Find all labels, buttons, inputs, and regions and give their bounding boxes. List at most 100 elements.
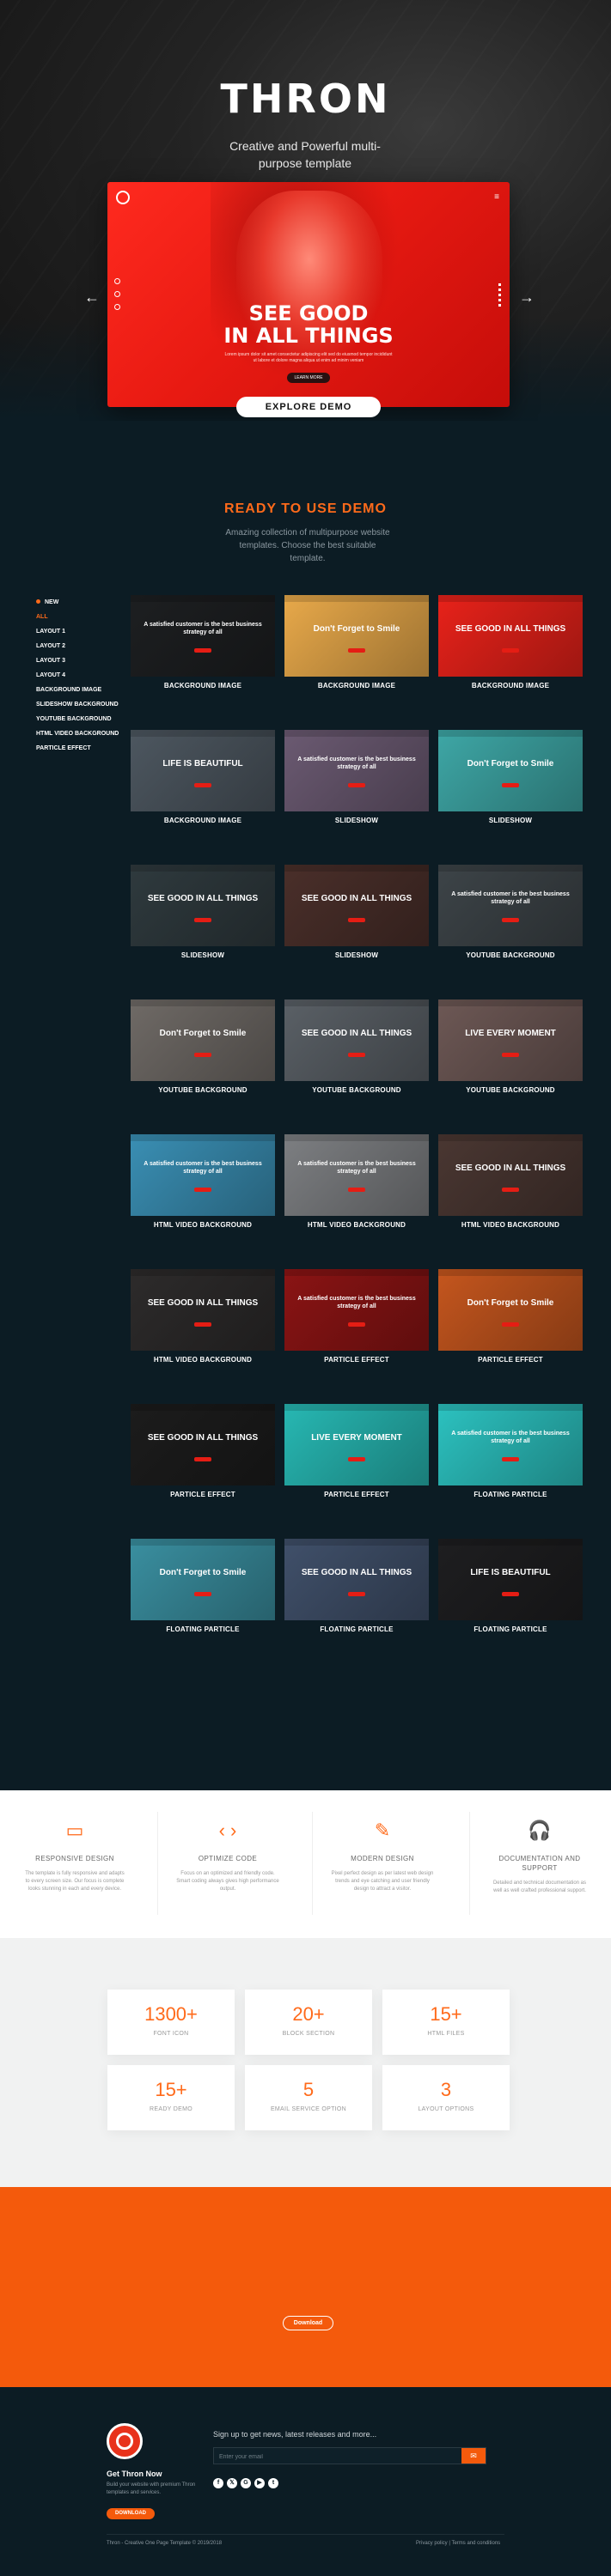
filter-item[interactable]: BACKGROUND IMAGE: [36, 686, 131, 694]
thumb-navbar: [284, 730, 429, 737]
demo-thumbnail[interactable]: A satisfied customer is the best busines…: [131, 595, 275, 677]
demo-thumbnail[interactable]: A satisfied customer is the best busines…: [284, 1269, 429, 1351]
explore-demo-button[interactable]: EXPLORE DEMO: [236, 397, 381, 417]
demo-card[interactable]: A satisfied customer is the best busines…: [438, 865, 583, 968]
demo-card[interactable]: LIVE EVERY MOMENT YOUTUBE BACKGROUND: [438, 999, 583, 1103]
demo-card[interactable]: SEE GOOD IN ALL THINGS SLIDESHOW: [284, 865, 429, 968]
demo-label[interactable]: YOUTUBE BACKGROUND: [438, 1086, 583, 1094]
filter-item[interactable]: LAYOUT 3: [36, 657, 131, 665]
demo-label[interactable]: HTML VIDEO BACKGROUND: [284, 1221, 429, 1229]
demo-thumbnail[interactable]: SEE GOOD IN ALL THINGS: [438, 595, 583, 677]
demo-label[interactable]: BACKGROUND IMAGE: [131, 817, 275, 824]
demo-card[interactable]: Don't Forget to Smile SLIDESHOW: [438, 730, 583, 833]
demo-card[interactable]: LIFE IS BEAUTIFUL BACKGROUND IMAGE: [131, 730, 275, 833]
demo-card[interactable]: Don't Forget to Smile BACKGROUND IMAGE: [284, 595, 429, 698]
demo-thumbnail[interactable]: A satisfied customer is the best busines…: [438, 1404, 583, 1485]
demo-card[interactable]: Don't Forget to Smile FLOATING PARTICLE: [131, 1539, 275, 1642]
demo-label[interactable]: FLOATING PARTICLE: [438, 1625, 583, 1633]
demo-card[interactable]: A satisfied customer is the best busines…: [284, 1269, 429, 1372]
demo-thumbnail[interactable]: Don't Forget to Smile: [284, 595, 429, 677]
demo-label[interactable]: SLIDESHOW: [284, 817, 429, 824]
google-icon[interactable]: G: [241, 2478, 251, 2488]
demo-label[interactable]: HTML VIDEO BACKGROUND: [438, 1221, 583, 1229]
demo-card[interactable]: A satisfied customer is the best busines…: [284, 730, 429, 833]
footer-download-button[interactable]: DOWNLOAD: [107, 2508, 155, 2519]
demo-thumbnail[interactable]: LIFE IS BEAUTIFUL: [131, 730, 275, 811]
arrow-left-icon[interactable]: ←: [84, 289, 100, 307]
demo-label[interactable]: SLIDESHOW: [131, 951, 275, 959]
demo-label[interactable]: HTML VIDEO BACKGROUND: [131, 1356, 275, 1364]
demo-thumbnail[interactable]: LIVE EVERY MOMENT: [438, 999, 583, 1081]
filter-item[interactable]: PARTICLE EFFECT: [36, 744, 131, 752]
demo-thumbnail[interactable]: Don't Forget to Smile: [131, 1539, 275, 1620]
demo-label[interactable]: PARTICLE EFFECT: [438, 1356, 583, 1364]
demo-thumbnail[interactable]: SEE GOOD IN ALL THINGS: [284, 999, 429, 1081]
demo-thumbnail[interactable]: Don't Forget to Smile: [131, 999, 275, 1081]
demo-thumbnail[interactable]: Don't Forget to Smile: [438, 730, 583, 811]
demo-label[interactable]: FLOATING PARTICLE: [131, 1625, 275, 1633]
demo-thumbnail[interactable]: SEE GOOD IN ALL THINGS: [284, 1539, 429, 1620]
demo-card[interactable]: SEE GOOD IN ALL THINGS PARTICLE EFFECT: [131, 1404, 275, 1507]
arrow-right-icon[interactable]: →: [519, 289, 535, 307]
demo-card[interactable]: LIFE IS BEAUTIFUL FLOATING PARTICLE: [438, 1539, 583, 1642]
demo-thumbnail[interactable]: A satisfied customer is the best busines…: [438, 865, 583, 946]
filter-item[interactable]: SLIDESHOW BACKGROUND: [36, 701, 131, 708]
demo-label[interactable]: HTML VIDEO BACKGROUND: [131, 1221, 275, 1229]
facebook-icon[interactable]: f: [213, 2478, 223, 2488]
demo-card[interactable]: LIVE EVERY MOMENT PARTICLE EFFECT: [284, 1404, 429, 1507]
demo-thumbnail[interactable]: SEE GOOD IN ALL THINGS: [131, 865, 275, 946]
demo-label[interactable]: FLOATING PARTICLE: [284, 1625, 429, 1633]
demo-label[interactable]: FLOATING PARTICLE: [438, 1491, 583, 1498]
demo-label[interactable]: BACKGROUND IMAGE: [438, 682, 583, 690]
demo-label[interactable]: YOUTUBE BACKGROUND: [131, 1086, 275, 1094]
footer-links[interactable]: Privacy policy | Terms and conditions: [416, 2541, 500, 2546]
demo-thumbnail[interactable]: A satisfied customer is the best busines…: [284, 730, 429, 811]
filter-item[interactable]: LAYOUT 4: [36, 671, 131, 679]
menu-icon[interactable]: ≡: [494, 192, 499, 202]
filter-item[interactable]: YOUTUBE BACKGROUND: [36, 715, 131, 723]
demo-card[interactable]: SEE GOOD IN ALL THINGS BACKGROUND IMAGE: [438, 595, 583, 698]
demo-thumbnail[interactable]: A satisfied customer is the best busines…: [131, 1134, 275, 1216]
demo-thumbnail[interactable]: LIVE EVERY MOMENT: [284, 1404, 429, 1485]
demo-label[interactable]: SLIDESHOW: [284, 951, 429, 959]
demo-thumbnail[interactable]: SEE GOOD IN ALL THINGS: [131, 1404, 275, 1485]
twitter-icon[interactable]: 𝕏: [227, 2478, 237, 2488]
demo-label[interactable]: YOUTUBE BACKGROUND: [284, 1086, 429, 1094]
demo-thumbnail[interactable]: A satisfied customer is the best busines…: [284, 1134, 429, 1216]
demo-label[interactable]: BACKGROUND IMAGE: [131, 682, 275, 690]
tumblr-icon[interactable]: t: [268, 2478, 278, 2488]
demo-card[interactable]: A satisfied customer is the best busines…: [284, 1134, 429, 1237]
demo-card[interactable]: SEE GOOD IN ALL THINGS SLIDESHOW: [131, 865, 275, 968]
demo-label[interactable]: BACKGROUND IMAGE: [284, 682, 429, 690]
demo-card[interactable]: SEE GOOD IN ALL THINGS HTML VIDEO BACKGRO…: [438, 1134, 583, 1237]
demo-card[interactable]: SEE GOOD IN ALL THINGS FLOATING PARTICLE: [284, 1539, 429, 1642]
demo-card[interactable]: A satisfied customer is the best busines…: [131, 1134, 275, 1237]
filter-item[interactable]: LAYOUT 1: [36, 628, 131, 635]
demo-thumbnail[interactable]: SEE GOOD IN ALL THINGS: [284, 865, 429, 946]
demo-label[interactable]: PARTICLE EFFECT: [284, 1356, 429, 1364]
demo-card[interactable]: A satisfied customer is the best busines…: [131, 595, 275, 698]
demo-label[interactable]: PARTICLE EFFECT: [131, 1491, 275, 1498]
email-input[interactable]: [219, 2451, 443, 2462]
filter-item[interactable]: ALL: [36, 613, 131, 621]
mail-icon[interactable]: ✉: [461, 2448, 486, 2464]
demo-card[interactable]: A satisfied customer is the best busines…: [438, 1404, 583, 1507]
demo-label[interactable]: YOUTUBE BACKGROUND: [438, 951, 583, 959]
demo-card[interactable]: Don't Forget to Smile YOUTUBE BACKGROUND: [131, 999, 275, 1103]
demo-thumbnail[interactable]: SEE GOOD IN ALL THINGS: [438, 1134, 583, 1216]
demo-label[interactable]: SLIDESHOW: [438, 817, 583, 824]
learn-more-button[interactable]: LEARN MORE: [287, 373, 330, 383]
filter-item[interactable]: NEW: [36, 598, 131, 606]
download-button[interactable]: Download: [283, 2316, 333, 2330]
filter-item[interactable]: HTML VIDEO BACKGROUND: [36, 730, 131, 738]
demo-card[interactable]: SEE GOOD IN ALL THINGS HTML VIDEO BACKGRO…: [131, 1269, 275, 1372]
demo-thumbnail[interactable]: Don't Forget to Smile: [438, 1269, 583, 1351]
filter-item[interactable]: LAYOUT 2: [36, 642, 131, 650]
demo-preview[interactable]: ≡ SEE GOOD IN ALL THINGS Lorem ipsum dol…: [107, 182, 510, 407]
demo-card[interactable]: Don't Forget to Smile PARTICLE EFFECT: [438, 1269, 583, 1372]
demo-label[interactable]: PARTICLE EFFECT: [284, 1491, 429, 1498]
youtube-icon[interactable]: ▶: [254, 2478, 265, 2488]
demo-thumbnail[interactable]: LIFE IS BEAUTIFUL: [438, 1539, 583, 1620]
demo-thumbnail[interactable]: SEE GOOD IN ALL THINGS: [131, 1269, 275, 1351]
demo-card[interactable]: SEE GOOD IN ALL THINGS YOUTUBE BACKGROUND: [284, 999, 429, 1103]
